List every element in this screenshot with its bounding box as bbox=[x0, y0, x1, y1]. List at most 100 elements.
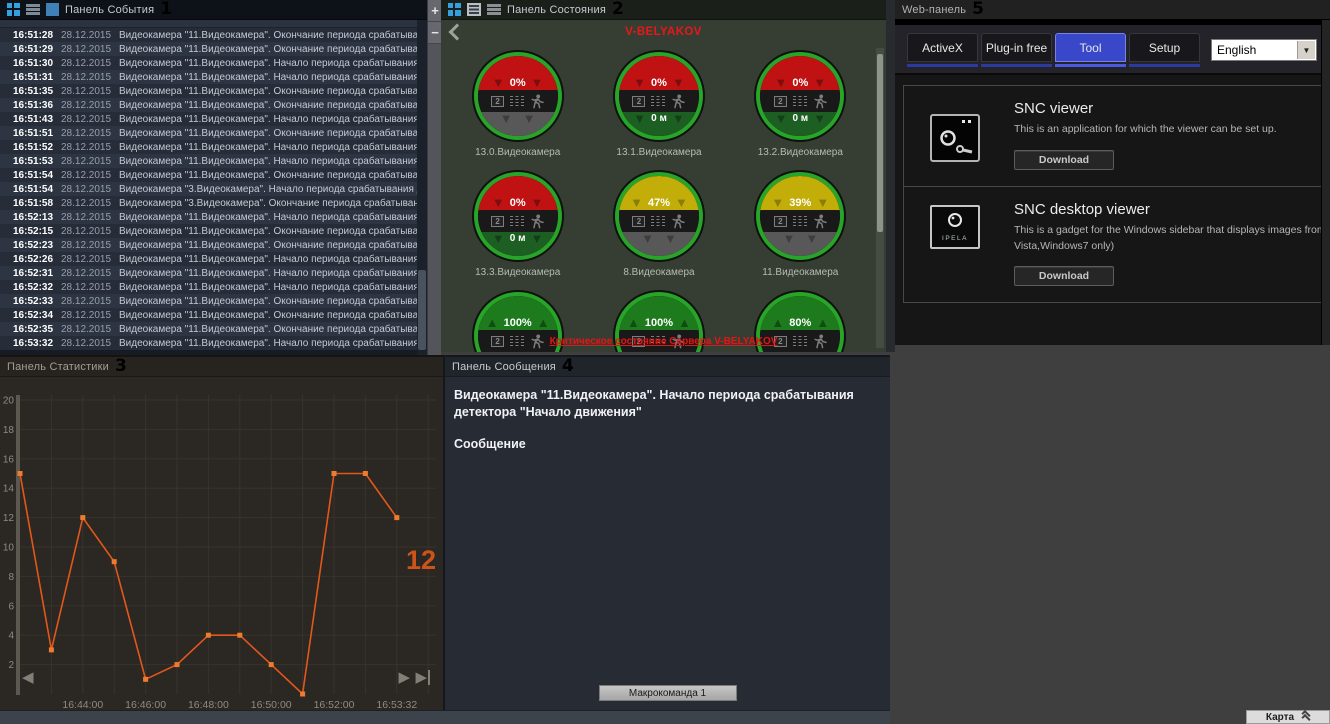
event-description: Видеокамера "11.Видеокамера". Окончание … bbox=[119, 100, 417, 111]
trend-arrow-icon: ▼ bbox=[672, 77, 685, 89]
dropdown-arrow-icon[interactable]: ▼ bbox=[1297, 41, 1315, 59]
event-description: Видеокамера "11.Видеокамера". Окончание … bbox=[119, 226, 417, 237]
download-button[interactable]: Download bbox=[1014, 150, 1114, 170]
status-scrollbar[interactable] bbox=[876, 48, 884, 348]
event-row[interactable]: 16:52:23 28.12.2015 Видеокамера "11.Виде… bbox=[0, 238, 417, 252]
web-tab[interactable]: ActiveX bbox=[907, 33, 978, 67]
gauge-percent: 0% bbox=[792, 77, 808, 89]
trend-arrow-icon: ▼ bbox=[633, 77, 646, 89]
event-row[interactable]: 16:51:28 28.12.2015 Видеокамера "11.Виде… bbox=[0, 28, 417, 42]
web-tab-label[interactable]: Setup bbox=[1129, 33, 1200, 62]
app-window-camera-icon bbox=[930, 114, 980, 162]
detail-layout-icon[interactable] bbox=[487, 3, 501, 16]
gauge-bottom-value: 0 м bbox=[792, 113, 808, 124]
gauge-circle[interactable]: ▼ 0% ▼ 2 ▼ bbox=[474, 172, 562, 260]
event-date: 28.12.2015 bbox=[61, 310, 119, 321]
gauge-bottom-section: ▼ ▼ bbox=[478, 112, 558, 136]
chart-next-icon[interactable]: ▶ bbox=[398, 670, 410, 685]
zoom-out-button[interactable]: − bbox=[428, 22, 442, 44]
event-row[interactable]: 16:51:58 28.12.2015 Видеокамера "3.Видео… bbox=[0, 196, 417, 210]
trend-arrow-icon: ▼ bbox=[813, 77, 826, 89]
event-row[interactable]: 16:51:31 28.12.2015 Видеокамера "11.Виде… bbox=[0, 70, 417, 84]
camera-gauge[interactable]: ▼ 47% ▼ 2 ▼ bbox=[588, 172, 729, 284]
gauge-circle[interactable]: ▼ 47% ▼ 2 ▼ bbox=[615, 172, 703, 260]
web-tab[interactable]: Setup bbox=[1129, 33, 1200, 67]
critical-state-link[interactable]: Критическое состояние Сервера V-BELYAKOV bbox=[441, 336, 886, 347]
message-panel: Панель Сообщения 4 Видеокамера "11.Видео… bbox=[443, 355, 890, 710]
status-scrollbar-thumb[interactable] bbox=[877, 54, 883, 232]
motion-detector-icon bbox=[671, 214, 685, 229]
camera-gauge[interactable]: ▼ 0% ▼ 2 ▼ bbox=[447, 172, 588, 284]
event-description: Видеокамера "11.Видеокамера". Окончание … bbox=[119, 44, 417, 55]
event-row[interactable]: 16:51:35 28.12.2015 Видеокамера "11.Виде… bbox=[0, 84, 417, 98]
macro-command-button[interactable]: Макрокоманда 1 bbox=[599, 685, 737, 701]
web-tab[interactable]: Plug-in free bbox=[981, 33, 1052, 67]
events-partial-row bbox=[0, 20, 417, 28]
event-row[interactable]: 16:52:15 28.12.2015 Видеокамера "11.Виде… bbox=[0, 224, 417, 238]
event-row[interactable]: 16:53:32 28.12.2015 Видеокамера "11.Виде… bbox=[0, 336, 417, 350]
gauge-bottom-section: ▼ 0 м ▼ bbox=[619, 112, 699, 136]
event-description: Видеокамера "11.Видеокамера". Начало пер… bbox=[119, 282, 417, 293]
web-tab[interactable]: Tool bbox=[1055, 33, 1126, 67]
events-scrollbar-thumb[interactable] bbox=[418, 270, 426, 350]
download-button[interactable]: Download bbox=[1014, 266, 1114, 286]
event-row[interactable]: 16:51:43 28.12.2015 Видеокамера "11.Виде… bbox=[0, 112, 417, 126]
events-scrollbar[interactable] bbox=[417, 20, 427, 355]
snc-desktop-viewer-text: SNC desktop viewer This is a gadget for … bbox=[1014, 201, 1330, 287]
gauge-bottom-section: ▼ ▼ bbox=[619, 232, 699, 256]
trend-arrow-icon: ▼ bbox=[641, 233, 654, 245]
snc-desktop-viewer-item: IPELA SNC desktop viewer This is a gadge… bbox=[904, 186, 1321, 303]
event-time: 16:51:54 bbox=[13, 184, 61, 195]
event-row[interactable]: 16:52:34 28.12.2015 Видеокамера "11.Виде… bbox=[0, 308, 417, 322]
camera-gauge[interactable]: ▼ 0% ▼ 2 ▼ bbox=[447, 52, 588, 164]
event-time: 16:52:26 bbox=[13, 254, 61, 265]
event-row[interactable]: 16:51:53 28.12.2015 Видеокамера "11.Виде… bbox=[0, 154, 417, 168]
gauge-percent: 0% bbox=[651, 77, 667, 89]
event-row[interactable]: 16:51:30 28.12.2015 Видеокамера "11.Виде… bbox=[0, 56, 417, 70]
camera-gauge[interactable]: ▼ 39% ▼ 2 ▼ bbox=[730, 172, 871, 284]
gauge-percent: 100% bbox=[504, 317, 532, 329]
list-layout-icon[interactable] bbox=[467, 3, 481, 16]
zoom-in-button[interactable]: + bbox=[428, 0, 442, 22]
web-tab-label[interactable]: Tool bbox=[1055, 33, 1126, 62]
camera-gauge[interactable]: ▼ 0% ▼ 2 ▼ bbox=[730, 52, 871, 164]
event-time: 16:52:34 bbox=[13, 310, 61, 321]
event-row[interactable]: 16:51:54 28.12.2015 Видеокамера "3.Видео… bbox=[0, 182, 417, 196]
gauge-circle[interactable]: ▼ 0% ▼ 2 ▼ bbox=[474, 52, 562, 140]
event-row[interactable]: 16:52:33 28.12.2015 Видеокамера "11.Виде… bbox=[0, 294, 417, 308]
event-description: Видеокамера "3.Видеокамера". Начало пери… bbox=[119, 184, 417, 195]
event-row[interactable]: 16:52:13 28.12.2015 Видеокамера "11.Виде… bbox=[0, 210, 417, 224]
event-row[interactable]: 16:51:54 28.12.2015 Видеокамера "11.Виде… bbox=[0, 168, 417, 182]
full-layout-icon[interactable] bbox=[46, 3, 59, 16]
event-row[interactable]: 16:52:32 28.12.2015 Видеокамера "11.Виде… bbox=[0, 280, 417, 294]
camera-name: 13.2.Видеокамера bbox=[758, 147, 843, 158]
grid-layout-icon[interactable] bbox=[448, 3, 461, 16]
chart-skip-end-icon[interactable]: ▶ bbox=[415, 670, 430, 685]
svg-text:12: 12 bbox=[406, 545, 436, 575]
gauge-top-section: ▼ 0% ▼ bbox=[619, 56, 699, 90]
event-row[interactable]: 16:51:29 28.12.2015 Видеокамера "11.Виде… bbox=[0, 42, 417, 56]
event-row[interactable]: 16:51:52 28.12.2015 Видеокамера "11.Виде… bbox=[0, 140, 417, 154]
event-time: 16:51:58 bbox=[13, 198, 61, 209]
event-row[interactable]: 16:52:26 28.12.2015 Видеокамера "11.Виде… bbox=[0, 252, 417, 266]
gauge-circle[interactable]: ▼ 39% ▼ 2 ▼ bbox=[756, 172, 844, 260]
chart-prev-icon[interactable]: ◀ bbox=[22, 670, 34, 685]
event-row[interactable]: 16:52:35 28.12.2015 Видеокамера "11.Виде… bbox=[0, 322, 417, 336]
event-row[interactable]: 16:52:31 28.12.2015 Видеокамера "11.Виде… bbox=[0, 266, 417, 280]
web-tab-underline bbox=[981, 64, 1052, 67]
event-row[interactable]: 16:51:51 28.12.2015 Видеокамера "11.Виде… bbox=[0, 126, 417, 140]
web-scrollbar[interactable] bbox=[1321, 20, 1330, 345]
gauge-detectors: 2 bbox=[760, 210, 840, 232]
event-row[interactable]: 16:51:36 28.12.2015 Видеокамера "11.Виде… bbox=[0, 98, 417, 112]
web-tab-label[interactable]: Plug-in free bbox=[981, 33, 1052, 62]
language-dropdown[interactable]: English ▼ bbox=[1211, 39, 1317, 61]
gauge-circle[interactable]: ▼ 0% ▼ 2 ▼ bbox=[615, 52, 703, 140]
gauge-circle[interactable]: ▼ 0% ▼ 2 ▼ bbox=[756, 52, 844, 140]
camera-gauge[interactable]: ▼ 0% ▼ 2 ▼ bbox=[588, 52, 729, 164]
map-button[interactable]: Карта bbox=[1246, 710, 1330, 724]
grid-layout-icon[interactable] bbox=[7, 3, 20, 16]
list-layout-icon[interactable] bbox=[26, 3, 40, 16]
svg-text:6: 6 bbox=[8, 601, 14, 612]
svg-text:14: 14 bbox=[3, 484, 15, 495]
web-tab-label[interactable]: ActiveX bbox=[907, 33, 978, 62]
